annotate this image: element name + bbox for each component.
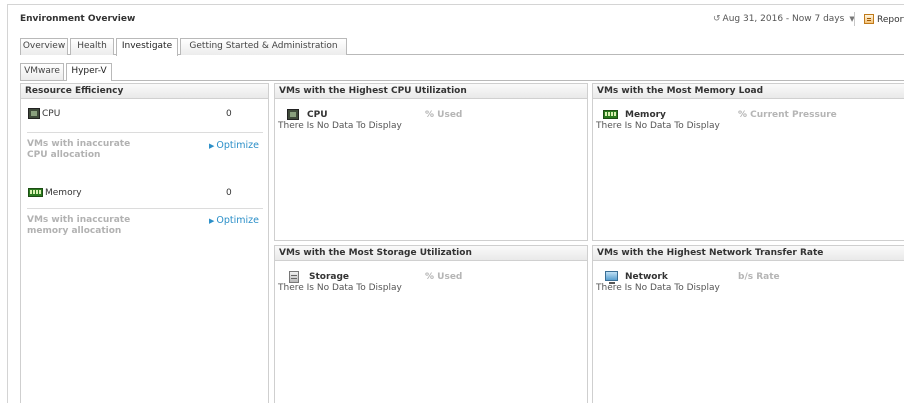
- subtab-bar-line: [20, 80, 904, 81]
- tab-overview[interactable]: Overview: [20, 38, 68, 55]
- storage-column-label: % Used: [425, 272, 463, 282]
- network-column-label: b/s Rate: [738, 272, 780, 282]
- page-title: Environment Overview: [20, 14, 136, 24]
- network-empty-message: There Is No Data To Display: [596, 283, 720, 293]
- storage-icon: [289, 271, 299, 283]
- cpu-panel-title: VMs with the Highest CPU Utilization: [275, 84, 587, 99]
- memory-label: Memory: [45, 188, 82, 198]
- cpu-note-line-2: CPU allocation: [27, 150, 101, 160]
- date-range-label: Aug 31, 2016 - Now 7 days: [722, 14, 845, 24]
- network-transfer-panel: VMs with the Highest Network Transfer Ra…: [592, 245, 904, 403]
- cpu-empty-message: There Is No Data To Display: [278, 121, 402, 131]
- cpu-icon: [287, 109, 299, 120]
- storage-utilization-panel: VMs with the Most Storage Utilization St…: [274, 245, 588, 403]
- storage-panel-title: VMs with the Most Storage Utilization: [275, 246, 587, 261]
- reports-button[interactable]: Reports: [864, 14, 904, 25]
- memory-optimize-link[interactable]: ▶ Optimize: [209, 215, 259, 226]
- memory-load-panel: VMs with the Most Memory Load Memory % C…: [592, 83, 904, 241]
- memory-optimize-label: Optimize: [216, 215, 259, 226]
- memory-divider: [27, 208, 263, 209]
- cpu-value: 0: [226, 109, 232, 119]
- cpu-label: CPU: [42, 109, 61, 119]
- cpu-utilization-panel: VMs with the Highest CPU Utilization CPU…: [274, 83, 588, 241]
- date-range-selector[interactable]: ↺ Aug 31, 2016 - Now 7 days ▼: [713, 14, 855, 24]
- tab-investigate[interactable]: Investigate: [116, 38, 178, 56]
- clock-icon: ↺: [713, 14, 721, 24]
- play-icon: ▶: [209, 217, 215, 225]
- network-icon: [605, 271, 618, 284]
- storage-metric-label: Storage: [309, 272, 350, 282]
- memory-value: 0: [226, 188, 232, 198]
- memory-icon: [603, 110, 618, 119]
- resource-efficiency-title: Resource Efficiency: [21, 84, 268, 99]
- memory-icon: [28, 188, 43, 197]
- reports-icon: [864, 14, 874, 24]
- cpu-metric-label: CPU: [307, 110, 328, 120]
- memory-metric-label: Memory: [625, 110, 666, 120]
- tab-health[interactable]: Health: [70, 38, 114, 55]
- memory-note-line-1: VMs with inaccurate: [27, 215, 131, 225]
- memory-column-label: % Current Pressure: [738, 110, 837, 120]
- cpu-note-line-1: VMs with inaccurate: [27, 139, 131, 149]
- memory-panel-title: VMs with the Most Memory Load: [593, 84, 904, 99]
- network-metric-label: Network: [625, 272, 668, 282]
- play-icon: ▶: [209, 142, 215, 150]
- cpu-divider: [27, 132, 263, 133]
- cpu-icon: [28, 108, 40, 119]
- subtab-vmware[interactable]: VMware: [20, 63, 64, 80]
- storage-empty-message: There Is No Data To Display: [278, 283, 402, 293]
- subtab-hyper-v[interactable]: Hyper-V: [66, 63, 112, 81]
- app-frame: Environment Overview ↺ Aug 31, 2016 - Now…: [7, 4, 904, 403]
- cpu-inaccurate-note: VMs with inaccurate CPU allocation: [27, 139, 130, 161]
- network-panel-title: VMs with the Highest Network Transfer Ra…: [593, 246, 904, 261]
- cpu-column-label: % Used: [425, 110, 463, 120]
- cpu-optimize-label: Optimize: [216, 140, 259, 151]
- tab-getting-started[interactable]: Getting Started & Administration: [180, 38, 347, 55]
- cpu-optimize-link[interactable]: ▶ Optimize: [209, 140, 259, 151]
- memory-inaccurate-note: VMs with inaccurate memory allocation: [27, 215, 130, 237]
- reports-label: Reports: [877, 15, 904, 25]
- memory-empty-message: There Is No Data To Display: [596, 121, 720, 131]
- header-divider: [854, 12, 855, 26]
- memory-note-line-2: memory allocation: [27, 226, 122, 236]
- page-header: Environment Overview ↺ Aug 31, 2016 - Now…: [8, 5, 904, 33]
- resource-efficiency-panel: Resource Efficiency CPU 0 VMs with inacc…: [20, 83, 269, 403]
